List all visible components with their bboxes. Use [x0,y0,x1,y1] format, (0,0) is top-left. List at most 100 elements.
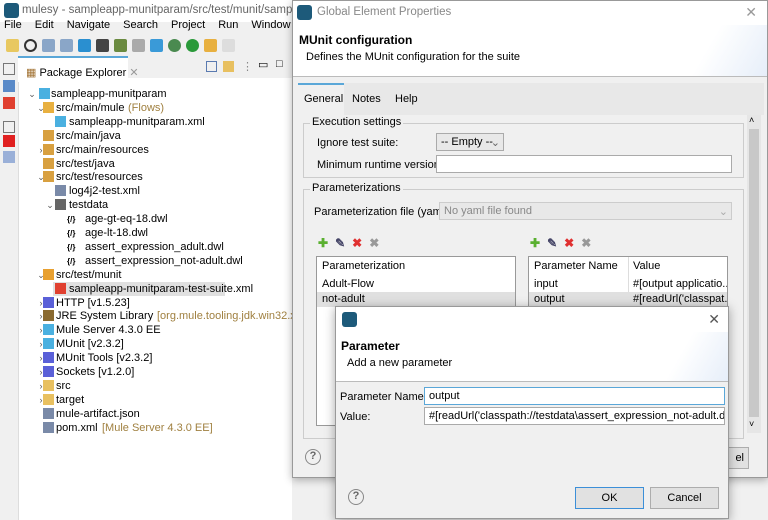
back-icon[interactable] [204,38,217,52]
ignore-test-suite-select[interactable]: -- Empty -- ⌄ [436,133,504,151]
tree-item[interactable]: sampleapp-munitparam.xml [19,115,289,129]
ok-button[interactable]: OK [575,487,644,509]
help-icon[interactable]: ? [305,449,321,465]
edit-icon[interactable]: ✎ [547,236,557,250]
tree-item[interactable]: {/} age-gt-eq-18.dwl [19,212,289,226]
tree-item[interactable]: log4j2-test.xml [19,184,289,198]
close-icon[interactable]: ✕ [745,4,757,21]
link-editor-icon[interactable] [223,61,234,72]
tree-item[interactable]: mule-artifact.json [19,407,289,421]
new-icon[interactable] [6,38,19,52]
scroll-up-icon[interactable]: ˄ [749,115,754,125]
camera-icon[interactable] [132,38,145,52]
tree-item[interactable]: › src/main/resources [19,143,289,157]
vertical-scrollbar[interactable]: ˄ ˅ [747,115,761,433]
tree-item[interactable]: › Sockets [v1.2.0] [19,365,289,379]
min-runtime-input[interactable] [436,155,732,173]
tree-item[interactable]: ⌄ sampleapp-munitparam [19,87,289,101]
munit-coverage-icon[interactable] [3,135,15,147]
column-header[interactable]: Parameterization [322,260,405,272]
tree-item[interactable]: › src [19,379,289,393]
tree-item[interactable]: › Mule Server 4.3.0 EE [19,323,289,337]
link-icon[interactable] [24,38,37,52]
edit-icon[interactable]: ✎ [335,236,345,250]
forward-icon[interactable] [222,38,235,52]
minimize-icon[interactable]: ▭ [258,58,268,71]
delete-icon[interactable]: ✖ [352,236,362,250]
tree-item-label: src/test/java [56,157,115,170]
value-input[interactable]: #[readUrl('classpath://testdata\assert_e… [424,407,725,425]
tree-item[interactable]: {/} assert_expression_not-adult.dwl [19,254,289,268]
tree-item[interactable]: ⌄ testdata [19,198,289,212]
tree-item[interactable]: ⌄ src/main/mule (Flows) [19,101,289,115]
folder-tree-icon [55,199,66,211]
cancel-button[interactable]: Cancel [650,487,719,509]
menu-window[interactable]: Window [251,19,290,35]
app-icon [4,3,19,18]
tree-item[interactable]: › target [19,393,289,407]
delete-icon[interactable]: ✖ [564,236,574,250]
restore-icon[interactable] [3,121,15,133]
table-row[interactable]: output #[readUrl('classpat... [529,292,727,307]
munit-view-icon[interactable] [3,97,15,109]
view-menu-icon[interactable]: ⋮ [242,60,253,73]
publish-icon[interactable] [150,38,163,52]
menu-project[interactable]: Project [171,19,205,35]
collapse-all-icon[interactable] [206,61,217,72]
save-all-icon[interactable] [60,38,73,52]
table-row[interactable]: not-adult [317,292,515,307]
run-icon[interactable] [186,38,199,52]
close-icon[interactable]: ✕ [129,67,138,79]
column-header[interactable]: Value [633,260,660,272]
debug-icon[interactable] [168,38,181,52]
parameter-name-input[interactable]: output [424,387,725,405]
tree-item[interactable]: sampleapp-munitparam-test-suite.xml [53,281,253,296]
menu-file[interactable]: File [4,19,22,35]
tab-general[interactable]: General [298,83,344,115]
deploy-icon[interactable] [78,38,91,52]
close-icon[interactable]: ✕ [708,311,720,328]
tree-item[interactable]: › MUnit Tools [v2.3.2] [19,351,289,365]
help-icon[interactable]: ? [348,489,364,505]
tree-item[interactable]: pom.xml [Mule Server 4.3.0 EE] [19,421,289,435]
table-row[interactable]: input #[output applicatio... [529,277,727,292]
tree-item[interactable]: › MUnit [v2.3.2] [19,337,289,351]
parameterization-file-label: Parameterization file (yaml): [314,206,451,218]
export-icon[interactable] [114,38,127,52]
tab-notes[interactable]: Notes [352,93,381,105]
table-row[interactable]: Adult-Flow [317,277,515,292]
menu-search[interactable]: Search [123,19,158,35]
tree-item[interactable]: src/test/java [19,157,289,171]
tree-item-label: age-gt-eq-18.dwl [85,213,168,226]
add-icon[interactable]: ✚ [318,236,328,250]
tree-item[interactable]: ⌄ src/test/munit [19,268,289,282]
chevron-down-icon[interactable]: ⌄ [27,87,37,101]
delete-all-icon[interactable]: ✖ [581,236,591,250]
tab-help[interactable]: Help [395,93,418,105]
save-icon[interactable] [42,38,55,52]
tab-package-explorer[interactable]: ▦ Package Explorer ✕ [18,56,139,82]
tree-item[interactable]: {/} age-lt-18.dwl [19,226,289,240]
scrollbar-thumb[interactable] [749,129,759,417]
cell: #[readUrl('classpat... [633,293,727,305]
chevron-down-icon: ⌄ [490,137,500,149]
scroll-down-icon[interactable]: ˅ [749,419,754,429]
menu-edit[interactable]: Edit [35,19,54,35]
column-header[interactable]: Parameter Name [534,260,618,272]
tree-item[interactable]: › HTTP [v1.5.23] [19,296,289,310]
tree-item[interactable]: › JRE System Library [org.mule.tooling.jdk… [19,309,351,323]
menu-run[interactable]: Run [218,19,238,35]
maximize-icon[interactable]: □ [276,58,283,70]
menu-navigate[interactable]: Navigate [67,19,110,35]
chevron-down-icon[interactable]: ⌄ [45,198,55,212]
tree-item[interactable]: ⌄ src/test/resources [19,170,289,184]
mule-view-icon[interactable] [3,151,15,163]
mule-icon[interactable] [96,38,109,52]
outline-icon[interactable] [3,80,15,92]
tree-item[interactable]: src/main/java [19,129,289,143]
add-icon[interactable]: ✚ [530,236,540,250]
restore-icon[interactable] [3,63,15,75]
parameterization-file-select[interactable]: No yaml file found ⌄ [439,202,732,220]
tree-item[interactable]: {/} assert_expression_adult.dwl [19,240,289,254]
delete-all-icon[interactable]: ✖ [369,236,379,250]
